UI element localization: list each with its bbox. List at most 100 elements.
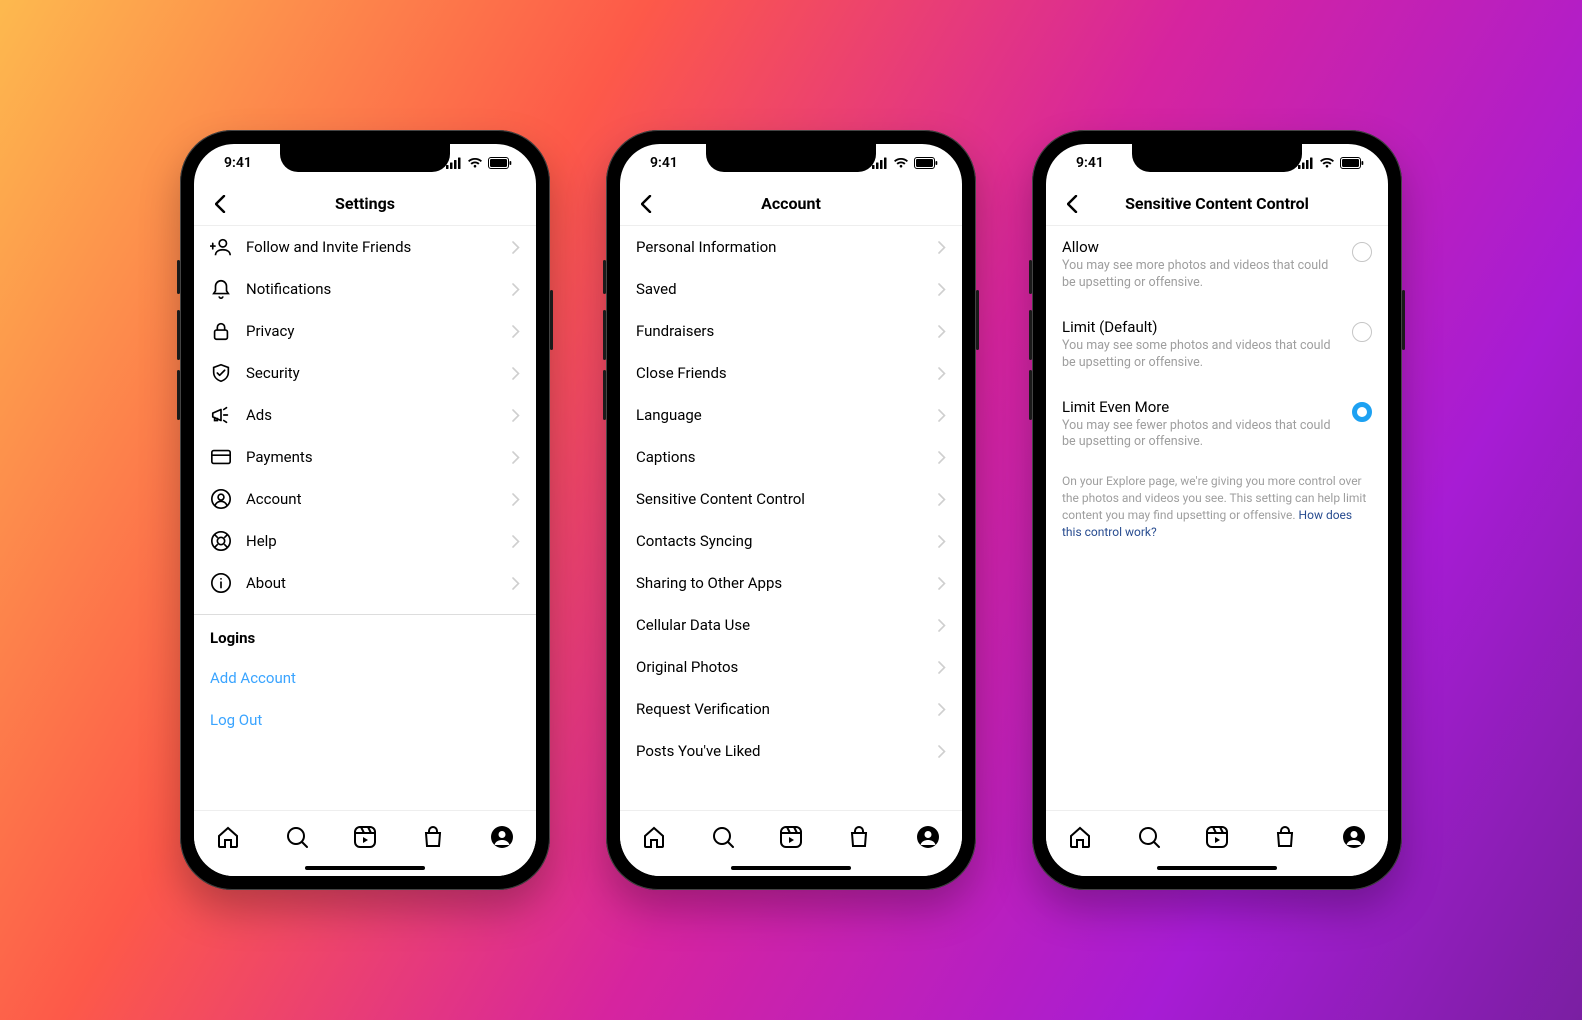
tab-home[interactable] [216, 825, 240, 849]
chevron-right-icon [512, 367, 520, 380]
logins-header: Logins [194, 614, 536, 657]
row-label: Request Verification [636, 700, 770, 718]
notch [280, 144, 450, 172]
tab-shop[interactable] [1273, 825, 1297, 849]
chevron-right-icon [938, 619, 946, 632]
radio-unselected-icon[interactable] [1352, 242, 1372, 262]
row-privacy[interactable]: Privacy [194, 310, 536, 352]
chevron-right-icon [938, 577, 946, 590]
page-title: Sensitive Content Control [1125, 194, 1309, 213]
notch [706, 144, 876, 172]
tab-home[interactable] [642, 825, 666, 849]
status-time: 9:41 [650, 155, 678, 171]
radio-unselected-icon[interactable] [1352, 322, 1372, 342]
row-posts-liked[interactable]: Posts You've Liked [620, 730, 962, 772]
row-security[interactable]: Security [194, 352, 536, 394]
chevron-right-icon [512, 325, 520, 338]
option-limit-default[interactable]: Limit (Default) You may see some photos … [1046, 306, 1388, 386]
back-button[interactable] [632, 190, 660, 218]
phone-mockup-scc: 9:41 Sensitive Content Control Allow You… [1032, 130, 1402, 890]
tab-search[interactable] [285, 825, 309, 849]
chevron-right-icon [512, 241, 520, 254]
option-limit-more[interactable]: Limit Even More You may see fewer photos… [1046, 386, 1388, 466]
settings-list[interactable]: Follow and Invite Friends Notifications … [194, 226, 536, 810]
status-time: 9:41 [224, 155, 252, 171]
tab-reels[interactable] [1205, 825, 1229, 849]
option-title: Allow [1062, 238, 1340, 256]
notch [1132, 144, 1302, 172]
nav-header: Account [620, 182, 962, 226]
row-original-photos[interactable]: Original Photos [620, 646, 962, 688]
row-label: Contacts Syncing [636, 532, 752, 550]
row-close-friends[interactable]: Close Friends [620, 352, 962, 394]
tab-reels[interactable] [353, 825, 377, 849]
chevron-left-icon [215, 195, 226, 213]
phone-mockup-account: 9:41 Account Personal Information Saved … [606, 130, 976, 890]
chevron-right-icon [512, 451, 520, 464]
shield-icon [210, 362, 232, 384]
chevron-right-icon [512, 493, 520, 506]
row-saved[interactable]: Saved [620, 268, 962, 310]
life-ring-icon [210, 530, 232, 552]
radio-selected-icon[interactable] [1352, 402, 1372, 422]
row-sensitive-content[interactable]: Sensitive Content Control [620, 478, 962, 520]
tab-profile[interactable] [916, 825, 940, 849]
home-indicator[interactable] [305, 866, 425, 870]
tab-profile[interactable] [490, 825, 514, 849]
row-follow-invite[interactable]: Follow and Invite Friends [194, 226, 536, 268]
tab-home[interactable] [1068, 825, 1092, 849]
row-about[interactable]: About [194, 562, 536, 604]
row-label: Sharing to Other Apps [636, 574, 782, 592]
tab-profile[interactable] [1342, 825, 1366, 849]
row-notifications[interactable]: Notifications [194, 268, 536, 310]
chevron-right-icon [938, 241, 946, 254]
add-account-link[interactable]: Add Account [194, 657, 536, 699]
option-title: Limit Even More [1062, 398, 1340, 416]
row-ads[interactable]: Ads [194, 394, 536, 436]
row-sharing-apps[interactable]: Sharing to Other Apps [620, 562, 962, 604]
row-label: Notifications [246, 280, 331, 298]
option-allow[interactable]: Allow You may see more photos and videos… [1046, 226, 1388, 306]
tab-shop[interactable] [421, 825, 445, 849]
chevron-right-icon [512, 535, 520, 548]
row-language[interactable]: Language [620, 394, 962, 436]
row-request-verification[interactable]: Request Verification [620, 688, 962, 730]
account-list[interactable]: Personal Information Saved Fundraisers C… [620, 226, 962, 810]
info-icon [210, 572, 232, 594]
wifi-icon [1319, 157, 1335, 169]
phone-mockup-settings: 9:41 Settings Follow and Invite Friends … [180, 130, 550, 890]
row-contacts-sync[interactable]: Contacts Syncing [620, 520, 962, 562]
back-button[interactable] [1058, 190, 1086, 218]
chevron-right-icon [938, 745, 946, 758]
chevron-right-icon [938, 283, 946, 296]
row-personal-info[interactable]: Personal Information [620, 226, 962, 268]
row-fundraisers[interactable]: Fundraisers [620, 310, 962, 352]
chevron-right-icon [512, 283, 520, 296]
tab-shop[interactable] [847, 825, 871, 849]
tab-search[interactable] [1137, 825, 1161, 849]
row-help[interactable]: Help [194, 520, 536, 562]
back-button[interactable] [206, 190, 234, 218]
row-cellular[interactable]: Cellular Data Use [620, 604, 962, 646]
row-label: Cellular Data Use [636, 616, 750, 634]
row-captions[interactable]: Captions [620, 436, 962, 478]
person-icon [210, 488, 232, 510]
row-label: Language [636, 406, 702, 424]
battery-icon [914, 157, 938, 169]
battery-icon [488, 157, 512, 169]
row-label: Fundraisers [636, 322, 714, 340]
tab-reels[interactable] [779, 825, 803, 849]
row-payments[interactable]: Payments [194, 436, 536, 478]
chevron-right-icon [938, 661, 946, 674]
tab-search[interactable] [711, 825, 735, 849]
row-label: Sensitive Content Control [636, 490, 805, 508]
battery-icon [1340, 157, 1364, 169]
nav-header: Settings [194, 182, 536, 226]
row-label: Personal Information [636, 238, 776, 256]
log-out-link[interactable]: Log Out [194, 699, 536, 741]
card-icon [210, 446, 232, 468]
home-indicator[interactable] [731, 866, 851, 870]
row-account[interactable]: Account [194, 478, 536, 520]
megaphone-icon [210, 404, 232, 426]
home-indicator[interactable] [1157, 866, 1277, 870]
